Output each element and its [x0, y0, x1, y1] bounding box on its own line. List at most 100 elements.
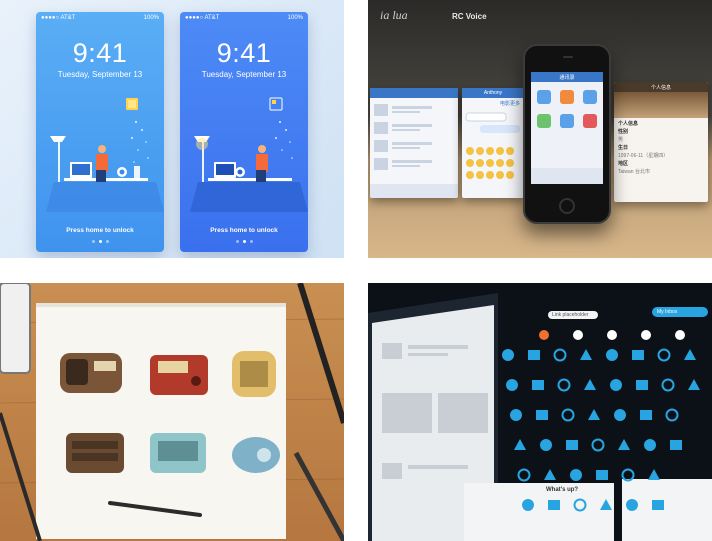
target-icon: [528, 350, 540, 360]
profile-rows: 个人信息 性别 男 生日 1997-06-11（星期四） 地区 Taiwan 台…: [614, 118, 708, 178]
sketchbook-page: [36, 303, 286, 539]
star-icon: [540, 439, 552, 451]
radio-icon-blue: [232, 437, 280, 473]
plus-icon: [514, 439, 526, 450]
unlock-hint: Press home to unlock: [66, 227, 134, 234]
pencil-icon: [293, 451, 344, 541]
page-dot: [235, 240, 239, 243]
people-icon: [675, 330, 685, 340]
page-dot: [105, 240, 109, 243]
page-dots: [180, 240, 308, 243]
brand-subtitle: RC Voice: [452, 12, 487, 21]
infinity-icon: [688, 379, 700, 390]
page-dot-active: [98, 240, 102, 243]
tile-radio-sketches: [0, 283, 344, 541]
plus-icon: [684, 349, 696, 360]
gear-icon: [510, 409, 522, 421]
target-icon: [596, 470, 608, 480]
radio-icon-teal: [150, 433, 206, 473]
user-icon: [618, 439, 630, 450]
speaker-grille: [563, 56, 573, 58]
star-icon: [506, 379, 518, 391]
emoji-grid: [465, 112, 520, 179]
page-dots: [36, 240, 164, 243]
screen-header: 通讯录: [531, 72, 603, 82]
pencil-icon: [297, 283, 344, 424]
tile-ui-kit-icons: Link placeholder My Inbox What's up?: [368, 283, 712, 541]
brand-wordmark: ia lua: [380, 8, 408, 22]
contacts-list: [370, 104, 458, 198]
radio-icon-yellow: [232, 351, 276, 397]
orange-toggle-icon: [539, 330, 549, 340]
screen-header: 个人信息: [614, 82, 708, 92]
screen-profile: 个人信息 个人信息 性别 男 生日 1997-06-11（星期四） 地区 Tai…: [614, 82, 708, 202]
star-icon: [626, 499, 638, 511]
screen-header: [370, 88, 458, 98]
profile-row: 男: [618, 137, 624, 143]
page-dot-active: [242, 240, 246, 243]
mail-icon: [561, 408, 575, 422]
screen-chat: Anthony 电影更多: [462, 88, 524, 198]
screen-title: 通讯录: [559, 74, 575, 81]
profile-row: Taiwan 台北市: [618, 169, 650, 175]
phone-icon: [532, 380, 544, 390]
pin-icon: [632, 350, 644, 360]
plus-icon: [600, 499, 612, 510]
bell-icon: [557, 378, 571, 392]
power-icon: [661, 378, 675, 392]
screen-contacts-left: [370, 88, 458, 198]
desk-illustration: [46, 98, 164, 212]
heart-icon: [657, 348, 671, 362]
phone-icon: [566, 440, 578, 450]
iphone-device: 通讯录: [523, 44, 611, 224]
target-icon: [607, 330, 617, 340]
people-icon: [580, 349, 592, 360]
chat-icon: [644, 439, 656, 451]
mail-icon: [553, 348, 567, 362]
circle-icon: [606, 349, 618, 361]
tile-lockscreens: ●●●●○ AT&T 100% 9:41 Tuesday, September …: [0, 0, 344, 258]
gear-icon: [573, 330, 583, 340]
power-icon: [517, 468, 531, 482]
profile-row: 性别: [618, 129, 629, 135]
mail-icon: [621, 468, 635, 482]
gear-icon: [502, 349, 514, 361]
infinity-icon: [544, 469, 556, 480]
mail-icon: [641, 330, 651, 340]
grid-icon: [636, 380, 648, 390]
pin-icon: [548, 500, 560, 510]
chat-more-link[interactable]: 电影更多: [462, 98, 524, 109]
chat-icon: [610, 379, 622, 391]
people-icon: [648, 469, 660, 480]
pin-icon: [640, 410, 652, 420]
user-icon: [584, 379, 596, 390]
heart-icon: [573, 498, 587, 512]
icon-grid: [502, 330, 700, 512]
phone-lockscreen-2: ●●●●○ AT&T 100% 9:41 Tuesday, September …: [180, 12, 308, 252]
phone-lockscreen-1: ●●●●○ AT&T 100% 9:41 Tuesday, September …: [36, 12, 164, 252]
phone-on-desk: [0, 283, 31, 374]
profile-row: 地区: [618, 161, 629, 167]
circle-icon: [522, 499, 534, 511]
bell-icon: [591, 438, 605, 452]
desk-illustration-night: [190, 97, 308, 212]
gear-icon: [570, 469, 582, 481]
radio-icon-brown-1: [60, 353, 122, 393]
profile-row: 生日: [618, 145, 629, 151]
grid-icon: [670, 440, 682, 450]
circle-icon: [614, 409, 626, 421]
tile-chat-app-showcase: ia lua RC Voice Anthony 电影更多 个人信息 个人信息 性…: [368, 0, 712, 258]
sketchbook-scene: [0, 283, 344, 541]
iphone-screen: 通讯录: [531, 72, 603, 184]
app-grid: [531, 90, 603, 184]
profile-cover: [614, 92, 708, 118]
radio-icon-brown-2: [66, 433, 124, 473]
chat-contact-name: Anthony: [483, 90, 503, 96]
home-button[interactable]: [559, 198, 575, 214]
people-icon: [588, 409, 600, 420]
screen-header: Anthony: [462, 88, 524, 98]
radio-icon-red: [150, 355, 208, 395]
phone-icon: [652, 500, 664, 510]
profile-row: 1997-06-11（星期四）: [618, 153, 669, 159]
pencil-icon: [0, 412, 42, 541]
